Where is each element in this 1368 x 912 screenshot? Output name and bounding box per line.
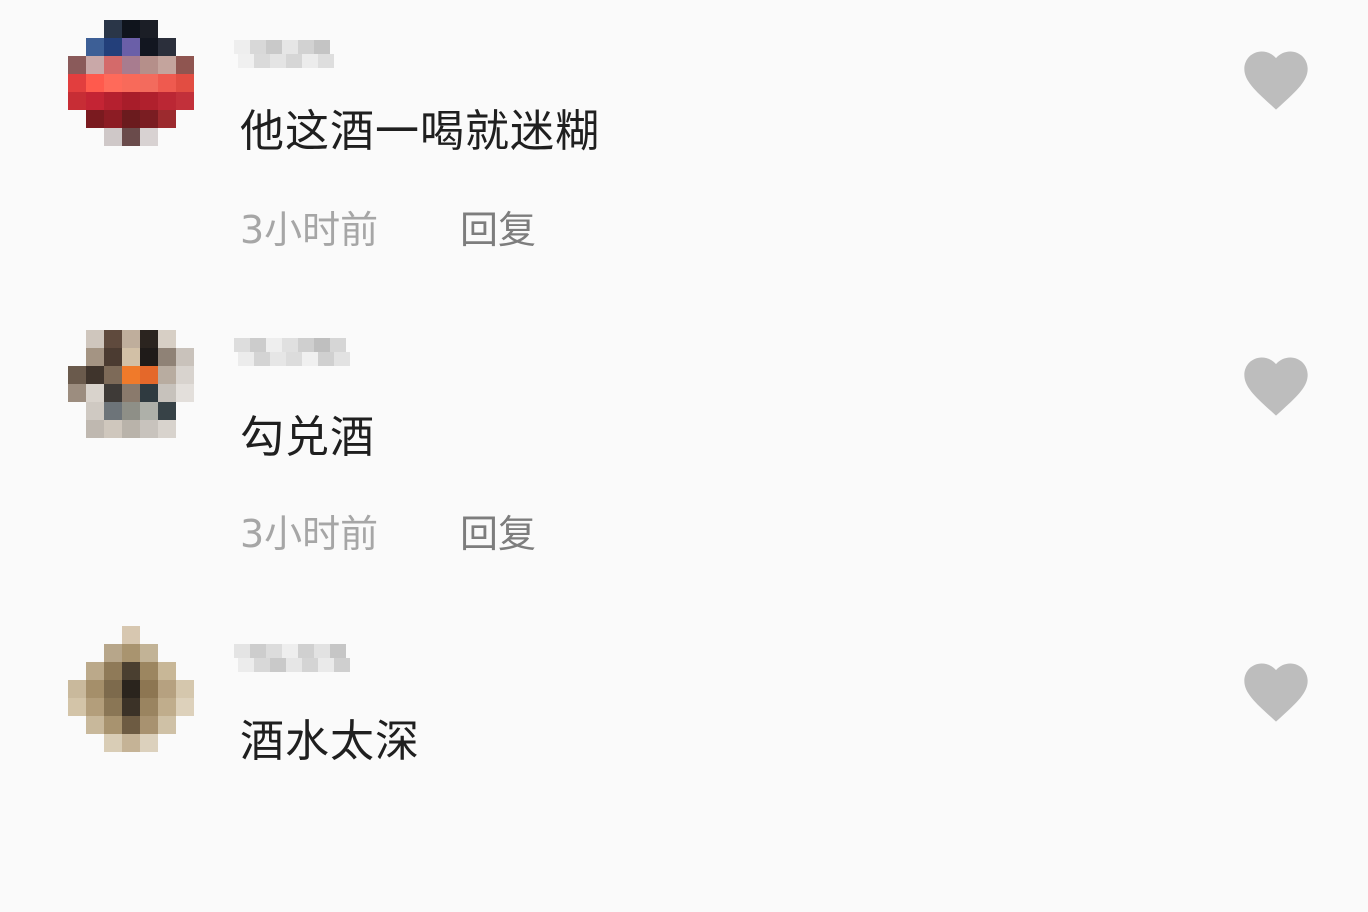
comment-item: 酒水太深 xyxy=(0,612,1368,912)
like-button[interactable] xyxy=(1238,654,1314,730)
timestamp: 3小时前 xyxy=(240,511,379,556)
timestamp: 3小时前 xyxy=(240,207,379,252)
comment-item: 他这酒一喝就迷糊 3小时前 回复 xyxy=(0,0,1368,300)
like-button[interactable] xyxy=(1238,348,1314,424)
avatar[interactable] xyxy=(68,330,198,460)
username-blurred[interactable] xyxy=(234,36,364,76)
heart-icon xyxy=(1244,51,1308,110)
comment-item: 勾兑酒 3小时前 回复 xyxy=(0,306,1368,606)
comment-text: 勾兑酒 xyxy=(240,412,375,463)
username-blurred[interactable] xyxy=(234,334,364,374)
comment-meta: 3小时前 回复 xyxy=(240,198,536,254)
avatar[interactable] xyxy=(68,626,198,756)
comment-text: 他这酒一喝就迷糊 xyxy=(240,106,600,157)
heart-icon xyxy=(1244,663,1308,722)
comment-list: 他这酒一喝就迷糊 3小时前 回复 勾兑酒 3小时前 回复 酒水太深 xyxy=(0,0,1368,774)
avatar[interactable] xyxy=(68,20,198,150)
comment-meta: 3小时前 回复 xyxy=(240,502,536,558)
heart-icon xyxy=(1244,357,1308,416)
username-blurred[interactable] xyxy=(234,640,364,680)
reply-button[interactable]: 回复 xyxy=(460,199,536,254)
like-button[interactable] xyxy=(1238,42,1314,118)
reply-button[interactable]: 回复 xyxy=(460,503,536,558)
comment-text: 酒水太深 xyxy=(240,716,420,767)
